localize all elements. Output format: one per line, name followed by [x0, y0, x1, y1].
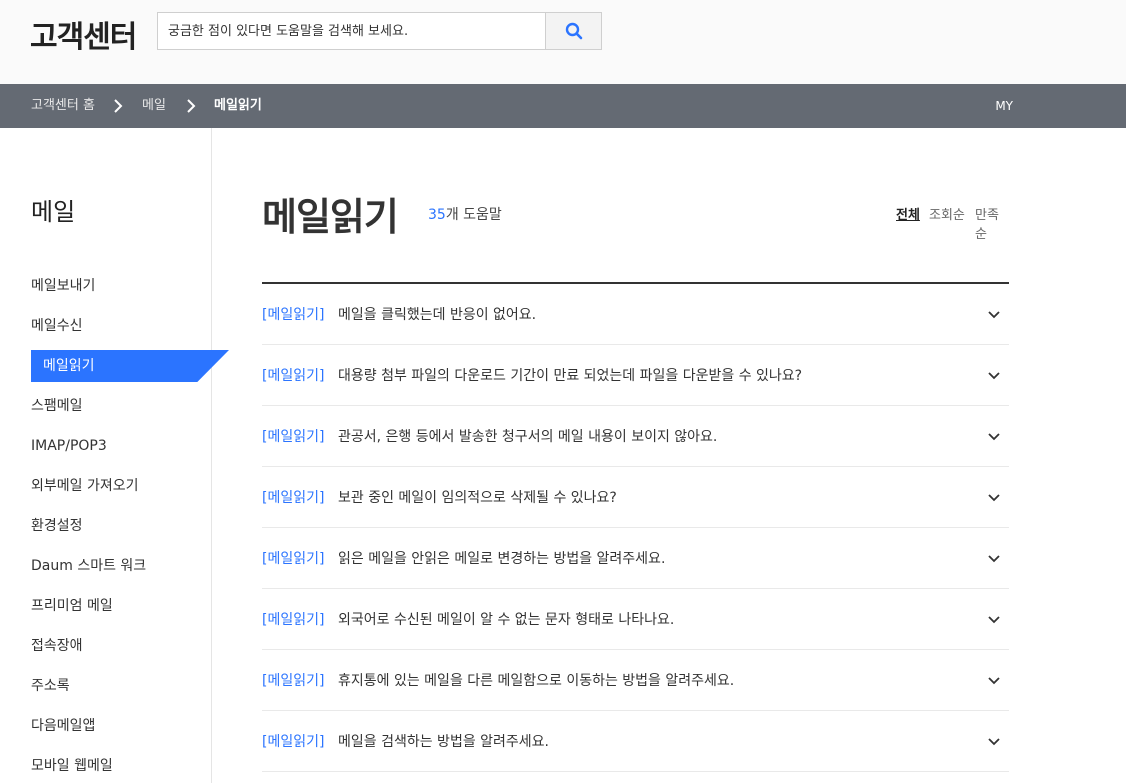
- sidebar-item-address-book[interactable]: 주소록: [31, 670, 70, 702]
- question-text: 대용량 첨부 파일의 다운로드 기간이 만료 되었는데 파일을 다운받을 수 있…: [338, 368, 803, 384]
- question-row[interactable]: [메일읽기] 휴지통에 있는 메일을 다른 메일함으로 이동하는 방법을 알려주…: [262, 650, 1009, 711]
- sidebar-item-spam[interactable]: 스팸메일: [31, 390, 83, 422]
- chevron-down-icon: [988, 555, 1000, 563]
- breadcrumb-current: 메일읽기: [214, 98, 262, 113]
- question-category: [메일읽기]: [262, 307, 325, 323]
- logo[interactable]: 고객센터: [30, 12, 137, 56]
- chevron-down-icon: [988, 433, 1000, 441]
- chevron-down-icon: [988, 372, 1000, 380]
- top-header: 고객센터: [0, 0, 1126, 84]
- question-text: 외국어로 수신된 메일이 알 수 없는 문자 형태로 나타나요.: [338, 612, 675, 628]
- my-link[interactable]: MY: [995, 84, 1013, 128]
- page-title: 메일읽기: [262, 195, 399, 239]
- search-input[interactable]: [158, 13, 546, 49]
- question-text: 읽은 메일을 안읽은 메일로 변경하는 방법을 알려주세요.: [338, 551, 666, 567]
- chevron-right-icon: [187, 99, 196, 113]
- sidebar-item-smart-work[interactable]: Daum 스마트 워크: [31, 550, 146, 582]
- sidebar-title: 메일: [31, 198, 76, 226]
- question-row[interactable]: [메일읽기] 메일을 클릭했는데 반응이 없어요.: [262, 284, 1009, 345]
- question-row[interactable]: [메일읽기] 대용량 첨부 파일의 다운로드 기간이 만료 되었는데 파일을 다…: [262, 345, 1009, 406]
- chevron-down-icon: [988, 494, 1000, 502]
- question-category: [메일읽기]: [262, 734, 325, 750]
- search-icon: [565, 22, 582, 40]
- breadcrumb-home[interactable]: 고객센터 홈: [31, 84, 95, 128]
- help-count-label: 개 도움말: [445, 207, 502, 223]
- search-button[interactable]: [545, 13, 601, 49]
- question-row[interactable]: [메일읽기] 읽은 메일을 안읽은 메일로 변경하는 방법을 알려주세요.: [262, 528, 1009, 589]
- chevron-down-icon: [988, 616, 1000, 624]
- breadcrumb: 고객센터 홈 메일 메일읽기 MY: [0, 84, 1126, 128]
- question-text: 관공서, 은행 등에서 발송한 청구서의 메일 내용이 보이지 않아요.: [338, 429, 718, 445]
- help-count: 35개 도움말: [428, 204, 502, 224]
- question-row[interactable]: [메일읽기] 보관 중인 메일이 임의적으로 삭제될 수 있나요?: [262, 467, 1009, 528]
- question-category: [메일읽기]: [262, 551, 325, 567]
- sidebar-item-imap-pop3[interactable]: IMAP/POP3: [31, 430, 107, 462]
- question-row[interactable]: [메일읽기] 외국어로 수신된 메일이 알 수 없는 문자 형태로 나타나요.: [262, 589, 1009, 650]
- question-category: [메일읽기]: [262, 429, 325, 445]
- question-text: 메일을 검색하는 방법을 알려주세요.: [338, 734, 549, 750]
- chevron-down-icon: [988, 738, 1000, 746]
- sidebar-item-mail-send[interactable]: 메일보내기: [31, 270, 95, 302]
- sort-views[interactable]: 조회순: [929, 204, 965, 223]
- sidebar-item-mail-receive[interactable]: 메일수신: [31, 310, 83, 342]
- breadcrumb-mail[interactable]: 메일: [142, 84, 166, 128]
- question-text: 보관 중인 메일이 임의적으로 삭제될 수 있나요?: [338, 490, 617, 506]
- sidebar-item-premium[interactable]: 프리미엄 메일: [31, 590, 113, 622]
- chevron-right-icon: [114, 99, 123, 113]
- question-row[interactable]: [메일읽기] 메일을 검색하는 방법을 알려주세요.: [262, 711, 1009, 772]
- sidebar-item-mobile-web[interactable]: 모바일 웹메일: [31, 750, 113, 782]
- question-text: 메일을 클릭했는데 반응이 없어요.: [338, 307, 537, 323]
- sidebar-item-mail-app[interactable]: 다음메일앱: [31, 710, 95, 742]
- sort-all[interactable]: 전체: [896, 204, 920, 223]
- question-category: [메일읽기]: [262, 673, 325, 689]
- sidebar: 메일 메일보내기 메일수신 메일읽기 스팸메일 IMAP/POP3 외부메일 가…: [0, 128, 229, 783]
- sidebar-item-connection[interactable]: 접속장애: [31, 630, 83, 662]
- question-category: [메일읽기]: [262, 368, 325, 384]
- question-category: [메일읽기]: [262, 490, 325, 506]
- chevron-down-icon: [988, 311, 1000, 319]
- search-box: [157, 12, 602, 50]
- question-list: [메일읽기] 메일을 클릭했는데 반응이 없어요. [메일읽기] 대용량 첨부 …: [262, 282, 1009, 772]
- sort-satisfaction[interactable]: 만족순: [975, 204, 1009, 242]
- help-count-number: 35: [428, 207, 446, 223]
- sidebar-item-external-mail[interactable]: 외부메일 가져오기: [31, 470, 139, 502]
- question-category: [메일읽기]: [262, 612, 325, 628]
- question-text: 휴지통에 있는 메일을 다른 메일함으로 이동하는 방법을 알려주세요.: [338, 673, 735, 689]
- chevron-down-icon: [988, 677, 1000, 685]
- question-row[interactable]: [메일읽기] 관공서, 은행 등에서 발송한 청구서의 메일 내용이 보이지 않…: [262, 406, 1009, 467]
- sidebar-item-settings[interactable]: 환경설정: [31, 510, 83, 542]
- sidebar-item-mail-read[interactable]: 메일읽기: [31, 350, 229, 382]
